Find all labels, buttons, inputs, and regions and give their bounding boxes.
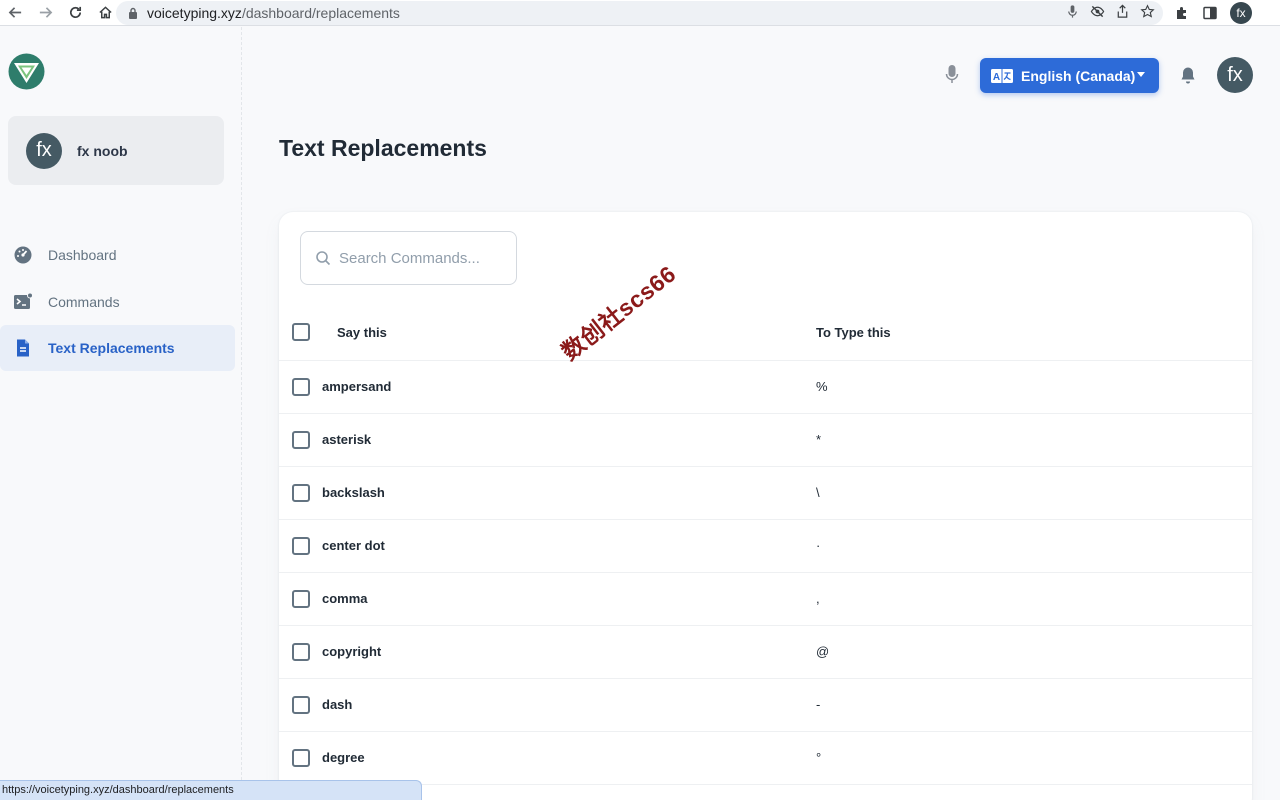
- table-row[interactable]: dash -: [279, 679, 1252, 732]
- sidebar-item-text-replacements[interactable]: Text Replacements: [0, 325, 235, 371]
- table-row[interactable]: center dot ·: [279, 520, 1252, 573]
- account-avatar[interactable]: fx: [1217, 57, 1253, 93]
- table-row[interactable]: asterisk *: [279, 414, 1252, 467]
- user-card[interactable]: fx fx noob: [8, 116, 224, 185]
- select-all-checkbox[interactable]: [292, 323, 310, 341]
- browser-toolbar: voicetyping.xyz/dashboard/replacements f…: [0, 0, 1280, 26]
- gauge-icon: [14, 246, 32, 264]
- cell-type-this: %: [816, 379, 828, 394]
- forward-button[interactable]: [30, 0, 60, 26]
- language-select-button[interactable]: A English (Canada): [980, 58, 1159, 93]
- row-checkbox[interactable]: [292, 590, 310, 608]
- cell-say-this: ampersand: [322, 379, 392, 394]
- back-button[interactable]: [0, 0, 30, 26]
- replacements-card: Say this To Type this ampersand%asterisk…: [279, 212, 1252, 800]
- cell-type-this: °: [816, 750, 822, 765]
- profile-avatar[interactable]: fx: [1230, 2, 1252, 24]
- search-icon: [316, 251, 331, 266]
- row-checkbox[interactable]: [292, 378, 310, 396]
- row-checkbox[interactable]: [292, 696, 310, 714]
- cell-type-this: @: [816, 644, 830, 659]
- cell-say-this: degree: [322, 750, 365, 765]
- address-bar[interactable]: voicetyping.xyz/dashboard/replacements: [116, 1, 1163, 25]
- row-checkbox[interactable]: [292, 484, 310, 502]
- row-checkbox[interactable]: [292, 537, 310, 555]
- bell-icon[interactable]: [1180, 66, 1196, 84]
- share-icon[interactable]: [1115, 4, 1130, 19]
- sidebar-item-commands[interactable]: Commands: [0, 279, 235, 325]
- search-box[interactable]: [300, 231, 517, 285]
- row-checkbox[interactable]: [292, 431, 310, 449]
- microphone-icon[interactable]: [944, 64, 960, 84]
- table-row[interactable]: degree °: [279, 732, 1252, 785]
- translate-icon: A: [991, 68, 1013, 83]
- sidebar: fx fx noob Dashboard Commands Text Repla…: [0, 27, 242, 800]
- sidebar-item-dashboard[interactable]: Dashboard: [0, 232, 235, 278]
- document-icon: [17, 339, 29, 357]
- cell-type-this: *: [816, 432, 822, 447]
- lock-icon: [129, 7, 137, 19]
- search-input[interactable]: [339, 249, 499, 267]
- caret-down-icon: [1137, 72, 1145, 77]
- url-path: /dashboard/replacements: [241, 5, 400, 21]
- home-icon: [98, 6, 112, 19]
- extension-area: fx: [1174, 2, 1252, 24]
- svg-text:A: A: [993, 72, 1000, 83]
- cell-say-this: comma: [322, 591, 368, 606]
- app-logo-icon[interactable]: [8, 53, 45, 90]
- row-checkbox[interactable]: [292, 643, 310, 661]
- cell-say-this: backslash: [322, 485, 385, 500]
- reload-icon: [69, 6, 81, 18]
- user-name: fx noob: [77, 142, 128, 159]
- cell-type-this: \: [816, 485, 820, 500]
- url-host: voicetyping.xyz: [147, 5, 242, 21]
- reload-button[interactable]: [60, 0, 90, 26]
- table-header: Say this To Type this: [279, 304, 1252, 361]
- language-label: English (Canada): [1021, 67, 1136, 84]
- table-row[interactable]: comma,: [279, 573, 1252, 626]
- cell-say-this: copyright: [322, 644, 382, 659]
- forward-arrow-icon: [39, 7, 52, 18]
- eye-slash-icon[interactable]: [1090, 4, 1105, 19]
- status-bar-url: https://voicetyping.xyz/dashboard/replac…: [0, 780, 422, 800]
- url-text: voicetyping.xyz/dashboard/replacements: [147, 5, 400, 21]
- column-header-type[interactable]: To Type this: [816, 325, 891, 340]
- sidebar-item-label: Commands: [48, 293, 120, 310]
- terminal-icon: [14, 292, 33, 309]
- page-title: Text Replacements: [279, 135, 487, 161]
- microphone-icon[interactable]: [1065, 4, 1080, 19]
- table-row[interactable]: copyright @: [279, 626, 1252, 679]
- cell-type-this: ,: [816, 591, 820, 606]
- cell-type-this: ·: [816, 538, 821, 553]
- address-bar-actions: [1065, 4, 1155, 19]
- table-row[interactable]: ampersand%: [279, 361, 1252, 414]
- cell-say-this: asterisk: [322, 432, 372, 447]
- sidebar-nav: Dashboard Commands Text Replacements: [0, 232, 235, 372]
- row-checkbox[interactable]: [292, 749, 310, 767]
- side-panel-icon[interactable]: [1202, 5, 1218, 21]
- sidebar-item-label: Dashboard: [48, 247, 117, 263]
- cell-type-this: -: [816, 697, 821, 712]
- table-row[interactable]: backslash \: [279, 467, 1252, 520]
- back-arrow-icon: [8, 7, 21, 18]
- sidebar-item-label: Text Replacements: [48, 340, 175, 356]
- cell-say-this: center dot: [322, 538, 385, 553]
- star-icon[interactable]: [1140, 4, 1155, 19]
- user-avatar: fx: [26, 132, 62, 169]
- puzzle-icon[interactable]: [1174, 5, 1190, 21]
- column-header-say[interactable]: Say this: [337, 325, 387, 340]
- cell-say-this: dash: [322, 697, 353, 712]
